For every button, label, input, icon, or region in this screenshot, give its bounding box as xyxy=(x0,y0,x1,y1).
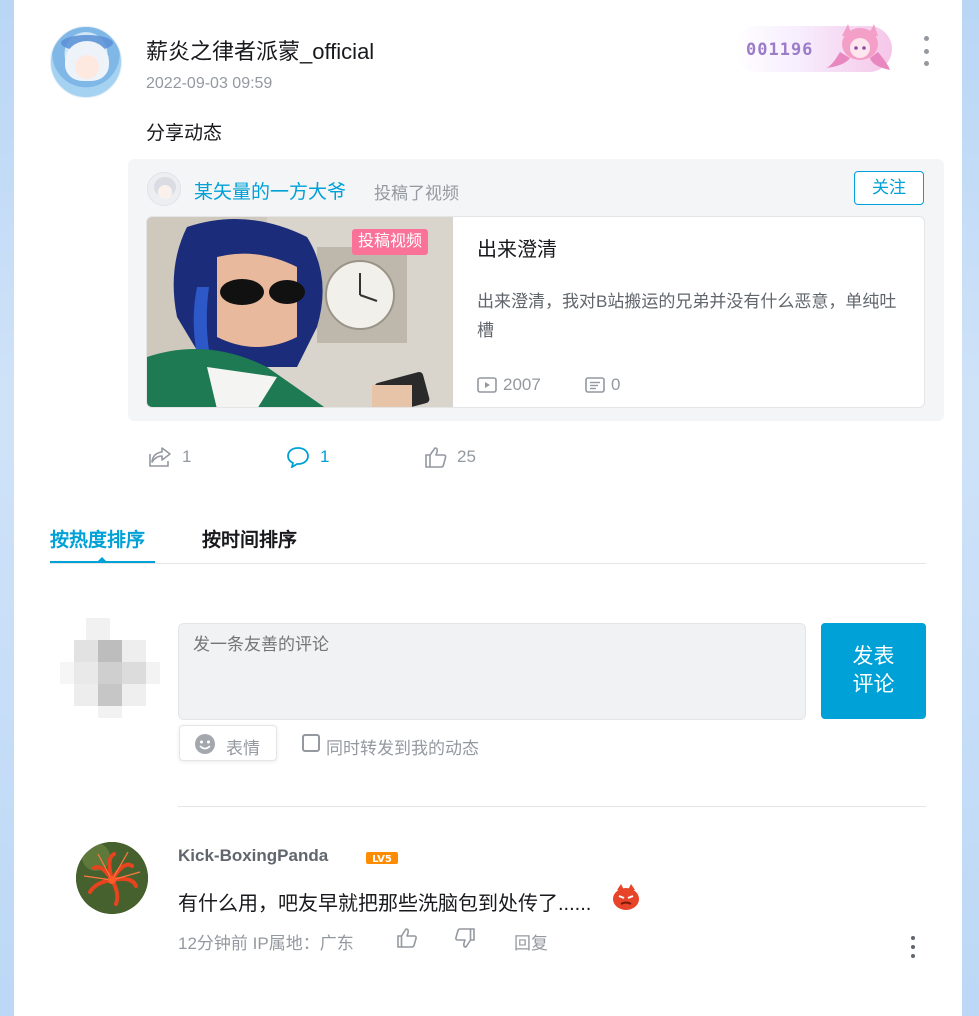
emoji-icon xyxy=(195,734,215,754)
emoji-label: 表情 xyxy=(226,739,260,758)
comment-icon[interactable] xyxy=(286,446,310,468)
post-comment-label: 发表评论 xyxy=(852,645,895,696)
share-count[interactable]: 1 xyxy=(182,447,191,467)
tab-sort-time[interactable]: 按时间排序 xyxy=(202,525,297,552)
tab-sort-hot[interactable]: 按热度排序 xyxy=(50,525,145,552)
reply-button[interactable]: 回复 xyxy=(514,929,548,954)
reply-user-avatar[interactable] xyxy=(76,842,148,914)
emoji-button[interactable]: 表情 xyxy=(179,725,277,761)
reply-emoji-sticker-icon xyxy=(613,884,639,910)
fan-badge-character-icon xyxy=(826,24,890,70)
post-text: 分享动态 xyxy=(146,123,223,144)
active-tab-caret-icon xyxy=(98,557,106,561)
tabs-divider xyxy=(50,563,926,564)
forward-checkbox-label[interactable]: 同时转发到我的动态 xyxy=(326,734,479,759)
video-title[interactable]: 出来澄清 xyxy=(477,233,557,262)
play-count: 2007 xyxy=(503,375,541,394)
forward-checkbox[interactable] xyxy=(302,734,320,752)
play-count-icon xyxy=(477,377,497,393)
original-action-text: 投稿了视频 xyxy=(374,184,459,203)
author-avatar[interactable] xyxy=(50,26,122,98)
reply-time-location: 12分钟前 IP属地：广东 xyxy=(178,934,354,953)
reply-text: 有什么用，吧友早就把那些洗脑包到处传了...... xyxy=(178,893,592,915)
post-timestamp: 2022-09-03 09:59 xyxy=(146,75,273,92)
fan-badge-number: 001196 xyxy=(746,40,814,60)
dynamic-card: 薪炎之律者派蒙_official 2022-09-03 09:59 001196… xyxy=(14,0,962,1016)
post-comment-button[interactable]: 发表评论 xyxy=(821,623,926,719)
post-more-icon[interactable] xyxy=(920,36,932,66)
video-thumbnail[interactable]: 投稿视频 xyxy=(147,217,453,407)
video-description: 出来澄清，我对B站搬运的兄弟并没有什么恶意，单纯吐槽 xyxy=(477,292,897,340)
red-lily-avatar-image xyxy=(76,842,148,914)
like-count[interactable]: 25 xyxy=(457,447,476,467)
comment-input[interactable] xyxy=(178,623,806,720)
original-author-avatar[interactable] xyxy=(147,172,181,206)
reply-like-icon[interactable] xyxy=(396,927,418,949)
my-avatar[interactable] xyxy=(60,618,160,718)
author-name[interactable]: 薪炎之律者派蒙_official xyxy=(146,34,374,66)
reply-username[interactable]: Kick-BoxingPanda xyxy=(178,846,328,866)
comment-count[interactable]: 1 xyxy=(320,447,329,467)
share-icon[interactable] xyxy=(148,446,172,468)
level-badge-icon: LV5 xyxy=(366,852,398,865)
level-badge-text: LV5 xyxy=(372,854,392,865)
danmaku-count: 0 xyxy=(611,375,621,394)
reply-more-icon[interactable] xyxy=(909,936,917,958)
composer-divider xyxy=(178,806,926,807)
video-tag: 投稿视频 xyxy=(352,229,429,255)
follow-button[interactable]: 关注 xyxy=(854,171,924,205)
danmaku-count-icon xyxy=(585,377,605,393)
original-author-name[interactable]: 某矢量的一方大爷 xyxy=(194,177,346,204)
reply-dislike-icon[interactable] xyxy=(454,927,476,949)
like-icon[interactable] xyxy=(424,446,448,468)
video-card[interactable]: 投稿视频 出来澄清 出来澄清，我对B站搬运的兄弟并没有什么恶意，单纯吐槽 200… xyxy=(146,216,925,408)
